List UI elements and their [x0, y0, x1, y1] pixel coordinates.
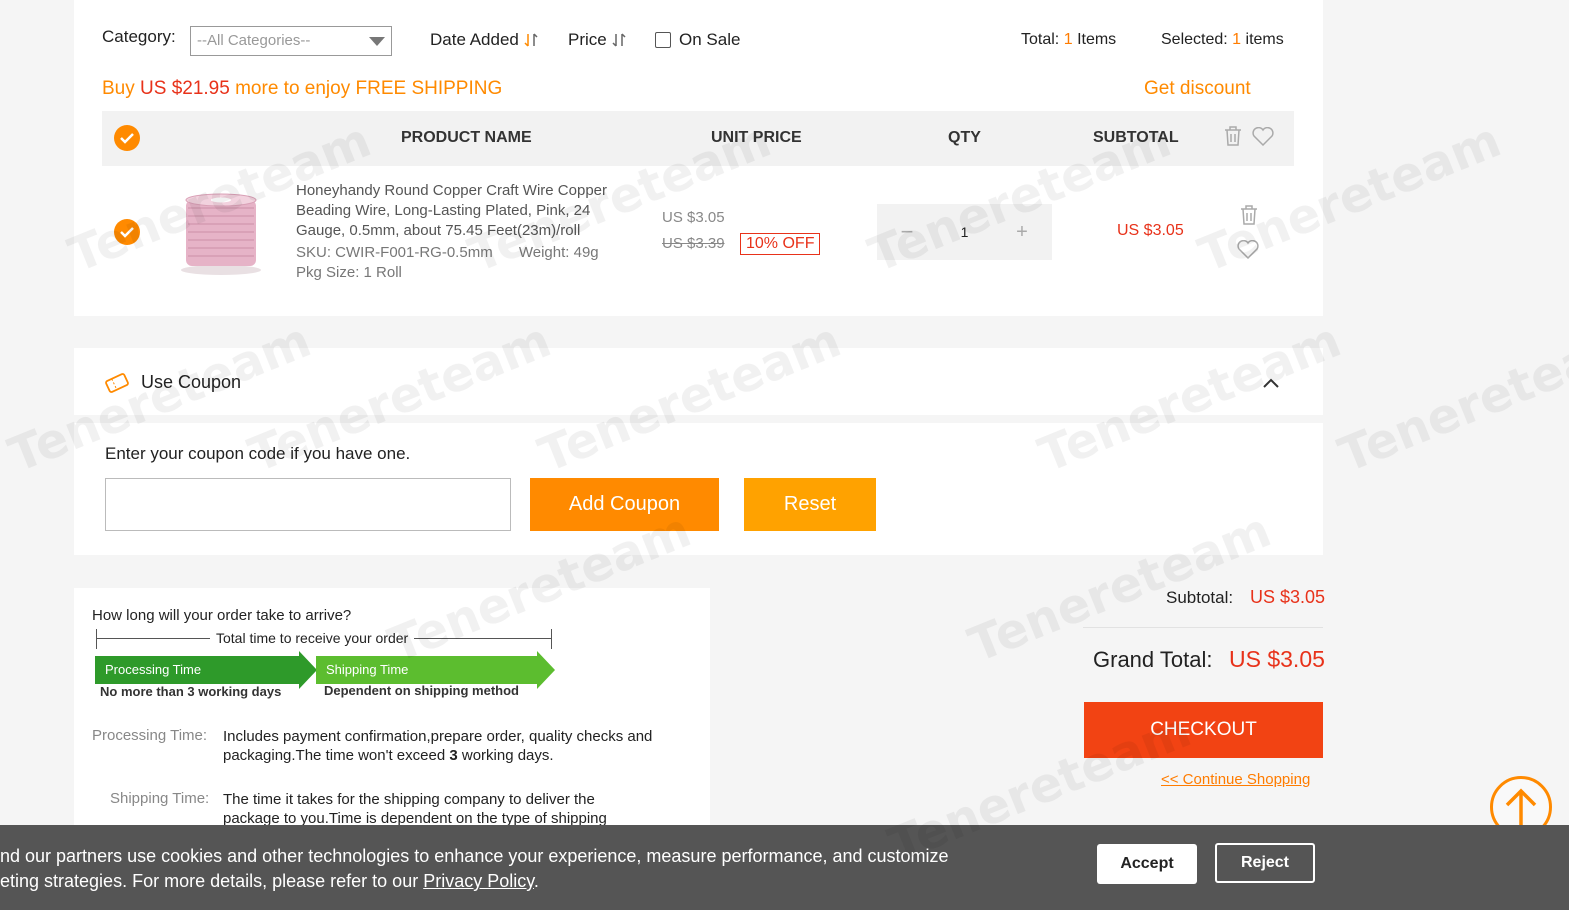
processing-time-label: Processing Time:	[92, 727, 208, 744]
product-pkg-size: Pkg Size: 1 Roll	[296, 264, 402, 281]
header-subtotal: SUBTOTAL	[1093, 129, 1179, 146]
reset-button[interactable]: Reset	[744, 478, 876, 531]
delivery-question: How long will your order take to arrive?	[92, 607, 352, 624]
original-price: US $3.39	[662, 235, 725, 252]
shipping-sub: Dependent on shipping method	[324, 683, 519, 698]
timeline-tick-right	[551, 629, 552, 649]
sort-icon	[524, 33, 538, 47]
category-select[interactable]: --All Categories--	[190, 26, 392, 56]
check-icon	[120, 132, 134, 144]
chevron-down-icon	[369, 37, 385, 46]
category-label: Category:	[102, 27, 176, 46]
select-all-checkbox[interactable]	[114, 125, 140, 151]
total-label: Total:	[1021, 31, 1060, 48]
selected-count: 1	[1232, 31, 1242, 48]
banner-suffix: more to enjoy FREE SHIPPING	[235, 78, 503, 99]
on-sale-label: On Sale	[679, 30, 741, 49]
accept-cookies-button[interactable]: Accept	[1097, 844, 1197, 884]
sort-price[interactable]: Price	[568, 30, 626, 50]
timeline-tick-left	[96, 629, 97, 649]
selected-unit: items	[1245, 31, 1284, 48]
processing-sub: No more than 3 working days	[100, 684, 282, 699]
continue-shopping-link[interactable]: << Continue Shopping	[1161, 771, 1310, 788]
unit-price: US $3.05	[662, 209, 725, 226]
trash-icon[interactable]	[1224, 126, 1242, 146]
product-name[interactable]: Honeyhandy Round Copper Craft Wire Coppe…	[296, 181, 638, 241]
arrow-up-icon	[1505, 788, 1537, 825]
header-product-name: PRODUCT NAME	[401, 129, 532, 146]
shipping-time-label: Shipping Time:	[110, 790, 210, 807]
selected-items: Selected: 1 items	[1161, 31, 1284, 49]
qty-decrease-button[interactable]: −	[877, 219, 937, 245]
grand-total-value: US $3.05	[1229, 646, 1325, 672]
cookie-text-line-2-text: eting strategies. For more details, plea…	[0, 871, 419, 891]
sort-price-label: Price	[568, 30, 607, 49]
discount-badge: 10% OFF	[740, 233, 821, 255]
quantity-stepper: − 1 +	[877, 204, 1052, 260]
on-sale-checkbox[interactable]	[655, 32, 671, 48]
free-shipping-banner: Buy US $21.95 more to enjoy FREE SHIPPIN…	[102, 78, 502, 100]
sort-date-added[interactable]: Date Added	[430, 30, 538, 50]
shipping-step: Shipping Time	[316, 656, 538, 684]
banner-amount: US $21.95	[140, 78, 230, 99]
summary-divider	[1083, 627, 1323, 628]
product-image[interactable]	[172, 186, 270, 278]
category-select-value: --All Categories--	[197, 32, 311, 49]
product-weight: Weight: 49g	[518, 244, 599, 261]
trash-icon[interactable]	[1240, 205, 1258, 225]
sort-date-added-label: Date Added	[430, 30, 519, 49]
processing-desc-text: Includes payment confirmation,prepare or…	[223, 728, 653, 764]
item-checkbox[interactable]	[114, 219, 140, 245]
qty-increase-button[interactable]: +	[992, 221, 1052, 244]
processing-time-desc: Includes payment confirmation,prepare or…	[223, 727, 668, 765]
watermark: Tenereteam	[1331, 312, 1569, 484]
total-items: Total: 1 Items	[1021, 31, 1116, 49]
privacy-policy-link[interactable]: Privacy Policy	[423, 871, 534, 891]
add-coupon-button[interactable]: Add Coupon	[530, 478, 719, 531]
sort-icon	[612, 33, 626, 47]
selected-label: Selected:	[1161, 31, 1228, 48]
arrow-right-icon	[299, 651, 317, 689]
processing-days: 3	[449, 747, 458, 764]
total-count: 1	[1063, 31, 1073, 48]
subtotal-value: US $3.05	[1250, 587, 1326, 607]
arrow-right-icon	[537, 651, 555, 689]
coupon-icon	[105, 373, 129, 393]
heart-icon[interactable]	[1237, 240, 1259, 259]
coupon-prompt: Enter your coupon code if you have one.	[105, 444, 411, 463]
product-meta: SKU: CWIR-F001-RG-0.5mm Weight: 49g	[296, 244, 599, 261]
chevron-up-icon[interactable]	[1263, 378, 1279, 388]
header-unit-price: UNIT PRICE	[711, 129, 802, 146]
grand-total-label: Grand Total:	[1093, 647, 1213, 672]
coupon-input[interactable]	[105, 478, 511, 531]
coupon-header[interactable]	[74, 348, 1323, 415]
total-unit: Items	[1077, 31, 1117, 48]
reject-cookies-button[interactable]: Reject	[1215, 843, 1315, 883]
subtotal-label: Subtotal:	[1166, 588, 1234, 607]
cookie-text-line-2: eting strategies. For more details, plea…	[0, 869, 1000, 894]
on-sale-filter[interactable]: On Sale	[655, 30, 740, 50]
header-qty: QTY	[948, 129, 981, 146]
cookie-text-line-1: nd our partners use cookies and other te…	[0, 846, 949, 866]
banner-prefix: Buy	[102, 78, 135, 99]
product-sku: SKU: CWIR-F001-RG-0.5mm	[296, 244, 493, 261]
total-time-label: Total time to receive your order	[210, 630, 415, 646]
cookie-text: nd our partners use cookies and other te…	[0, 844, 1000, 894]
processing-step: Processing Time	[95, 656, 300, 684]
coupon-title[interactable]: Use Coupon	[141, 372, 241, 393]
item-subtotal: US $3.05	[1117, 222, 1184, 239]
heart-icon[interactable]	[1252, 127, 1274, 146]
get-discount-link[interactable]: Get discount	[1144, 78, 1251, 100]
check-icon	[120, 226, 134, 238]
cookie-text-end: .	[533, 871, 539, 891]
qty-value[interactable]: 1	[961, 224, 969, 240]
processing-desc-end: working days.	[461, 747, 554, 764]
checkout-button[interactable]: CHECKOUT	[1084, 702, 1323, 758]
